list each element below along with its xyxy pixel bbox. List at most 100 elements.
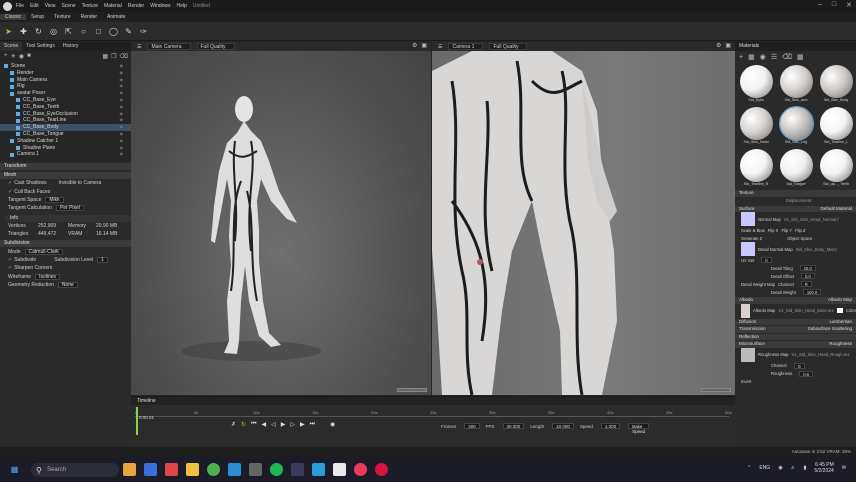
bake-speed-button[interactable]: Bake Speed xyxy=(628,423,650,434)
material-thumbnail[interactable]: Std_Tearline_L xyxy=(818,107,854,147)
visibility-icon[interactable]: ◉ xyxy=(120,90,124,97)
scale-tool-icon[interactable]: ⇱ xyxy=(63,26,74,37)
material-thumbnail[interactable]: Std_Tongue xyxy=(778,149,814,189)
prev-key-icon[interactable]: ◀ xyxy=(261,421,266,428)
spotify-icon[interactable] xyxy=(270,463,283,476)
light-icon[interactable]: ☀ xyxy=(11,53,16,60)
wifi-icon[interactable]: ◉ xyxy=(778,465,782,471)
mesh-section[interactable]: Mesh xyxy=(0,172,131,179)
info-section[interactable]: Info xyxy=(6,214,131,222)
length-field[interactable]: 10.000 xyxy=(552,423,574,429)
scale-bias-toggle[interactable]: Scale & Bias xyxy=(741,228,765,233)
tree-item[interactable]: Camera 1 ◉ xyxy=(0,151,131,158)
main-viewport[interactable]: ☰ Main Camera Full Quality ⚙ ▣ xyxy=(131,42,431,395)
minimize-icon[interactable]: – xyxy=(818,1,822,9)
tree-item[interactable]: Rig ◉ xyxy=(0,83,131,90)
task-app-icon-5[interactable] xyxy=(291,463,304,476)
detail-weight-field[interactable]: 100.0 xyxy=(802,289,822,295)
albedo-color-swatch[interactable] xyxy=(836,308,843,313)
subdivision-section[interactable]: Subdivision xyxy=(0,240,131,248)
tree-item[interactable]: avatar Poser ◉ xyxy=(0,90,131,97)
visibility-icon[interactable]: ◉ xyxy=(120,124,124,131)
rotate-tool-icon[interactable]: ↻ xyxy=(33,26,44,37)
transmission-section[interactable]: Transmission Subsurface Scattering xyxy=(735,326,856,333)
visibility-icon[interactable]: ◉ xyxy=(120,83,124,90)
material-thumbnail[interactable]: Std_Tearline_R xyxy=(738,149,774,189)
menu-edit[interactable]: Edit xyxy=(30,3,39,9)
duplicate-material-icon[interactable]: ▦ xyxy=(748,53,755,61)
detail-tiling-field[interactable]: 25.0 xyxy=(799,265,816,271)
displacement-select[interactable]: Displacement xyxy=(735,197,856,205)
volume-icon[interactable]: ♬ xyxy=(791,465,796,471)
tangent-calc-select[interactable]: Per Pixel xyxy=(55,205,84,212)
microsurface-select[interactable]: Roughness xyxy=(829,341,852,348)
material-delete-icon[interactable]: ⌫ xyxy=(782,53,792,61)
cull-back-faces-checkbox[interactable]: ✓ xyxy=(8,189,12,195)
globe-tool-icon[interactable]: ◎ xyxy=(48,26,59,37)
next-frame-icon[interactable]: ▷ xyxy=(290,421,295,428)
fps-field[interactable]: 30.000 xyxy=(502,423,525,429)
reflection-section[interactable]: Reflection xyxy=(735,333,856,340)
task-app-icon-1[interactable] xyxy=(123,463,136,476)
timeline-ruler[interactable]: 05s10s15s20s25s30s35s40s45s50s xyxy=(135,408,731,417)
main-quality-select[interactable]: Full Quality xyxy=(196,43,235,50)
add-material-icon[interactable]: + xyxy=(739,54,743,61)
loop-icon[interactable]: ↻ xyxy=(241,421,246,428)
tree-item[interactable]: CC_Base_EyeOcclusion ◉ xyxy=(0,111,131,118)
visibility-icon[interactable]: ◉ xyxy=(120,70,124,77)
task-app-icon-2[interactable] xyxy=(144,463,157,476)
folder-icon[interactable]: ▦ xyxy=(102,53,108,60)
menu-texture[interactable]: Texture xyxy=(82,3,98,9)
subdiv-mode-select[interactable]: Catmull-Clark xyxy=(24,248,63,255)
marquee-tool-icon[interactable]: □ xyxy=(93,26,104,37)
generate-z-toggle[interactable]: Generate Z xyxy=(741,236,762,241)
material-thumbnail[interactable]: Std_Up..._Teeth xyxy=(818,149,854,189)
albedo-map-file[interactable]: V1_Std_Skin_Head_Base.tex xyxy=(778,308,833,313)
visibility-icon[interactable]: ◉ xyxy=(120,117,124,124)
normal-map-swatch[interactable] xyxy=(741,212,755,226)
menu-material[interactable]: Material xyxy=(104,3,122,9)
invisible-to-camera-checkbox[interactable]: Invisible to Camera xyxy=(58,180,101,186)
picker-icon[interactable]: ◉ xyxy=(760,53,766,61)
task-app-icon-3[interactable] xyxy=(165,463,178,476)
material-list-icon[interactable]: ☰ xyxy=(771,53,777,61)
tray-chevron-icon[interactable]: ⌃ xyxy=(747,465,751,471)
tree-item[interactable]: CC_Base_Tongue ◉ xyxy=(0,131,131,138)
add-icon[interactable]: + xyxy=(4,53,8,59)
menu-file[interactable]: File xyxy=(16,3,24,9)
material-thumbnail[interactable]: Std_Skin_Arm xyxy=(778,65,814,105)
roughness-field[interactable]: 0.6 xyxy=(799,370,814,377)
key-icon[interactable]: ✗ xyxy=(231,421,236,428)
menu-render[interactable]: Render xyxy=(128,3,144,9)
material-thumbnail[interactable]: Std_Eyes xyxy=(738,65,774,105)
main-camera-select[interactable]: Main Camera xyxy=(147,43,191,50)
camera-viewport[interactable]: ☰ Camera 1 Full Quality ⚙ ▣ xyxy=(432,42,735,395)
tree-item[interactable]: Shadow Catcher 1 ◉ xyxy=(0,138,131,145)
tree-item[interactable]: CC_Base_Teeth ◉ xyxy=(0,104,131,111)
transform-section[interactable]: Transform xyxy=(0,163,131,170)
workspace-tab-setup[interactable]: Setup xyxy=(26,14,49,20)
object-space-toggle[interactable]: Object Space xyxy=(787,236,812,241)
diffusion-section[interactable]: Diffusion Lambertian xyxy=(735,318,856,326)
material-grid-icon[interactable]: ▦ xyxy=(797,53,804,61)
flip-x-toggle[interactable]: Flip X xyxy=(768,228,779,233)
settings-icon[interactable]: ⚙ xyxy=(412,42,417,49)
tree-item[interactable]: CC_Base_TearLine ◉ xyxy=(0,117,131,124)
detail-normal-file[interactable]: Std_Skin_Body_Micro xyxy=(796,247,837,252)
camera1-select[interactable]: Camera 1 xyxy=(448,43,484,50)
playhead[interactable] xyxy=(136,407,138,435)
menu-view[interactable]: View xyxy=(45,3,56,9)
diffusion-select[interactable]: Lambertian xyxy=(829,319,852,326)
tab-history[interactable]: History xyxy=(59,42,83,51)
material-thumbnail[interactable]: Std_Skin_Body xyxy=(818,65,854,105)
camera1-quality-select[interactable]: Full Quality xyxy=(489,43,528,50)
task-app-icon-4[interactable] xyxy=(249,463,262,476)
clock[interactable]: 6:45 PM 5/2/2024 xyxy=(814,462,833,474)
record-icon[interactable]: ◉ xyxy=(330,421,335,428)
last-frame-icon[interactable]: ⏭ xyxy=(310,421,315,428)
task-app-icon-9[interactable] xyxy=(375,463,388,476)
flip-z-toggle[interactable]: Flip Z xyxy=(795,228,805,233)
menu-scene[interactable]: Scene xyxy=(61,3,75,9)
subdiv-level-field[interactable]: 1 xyxy=(97,256,108,263)
workspace-tab-animate[interactable]: Animate xyxy=(102,14,130,20)
